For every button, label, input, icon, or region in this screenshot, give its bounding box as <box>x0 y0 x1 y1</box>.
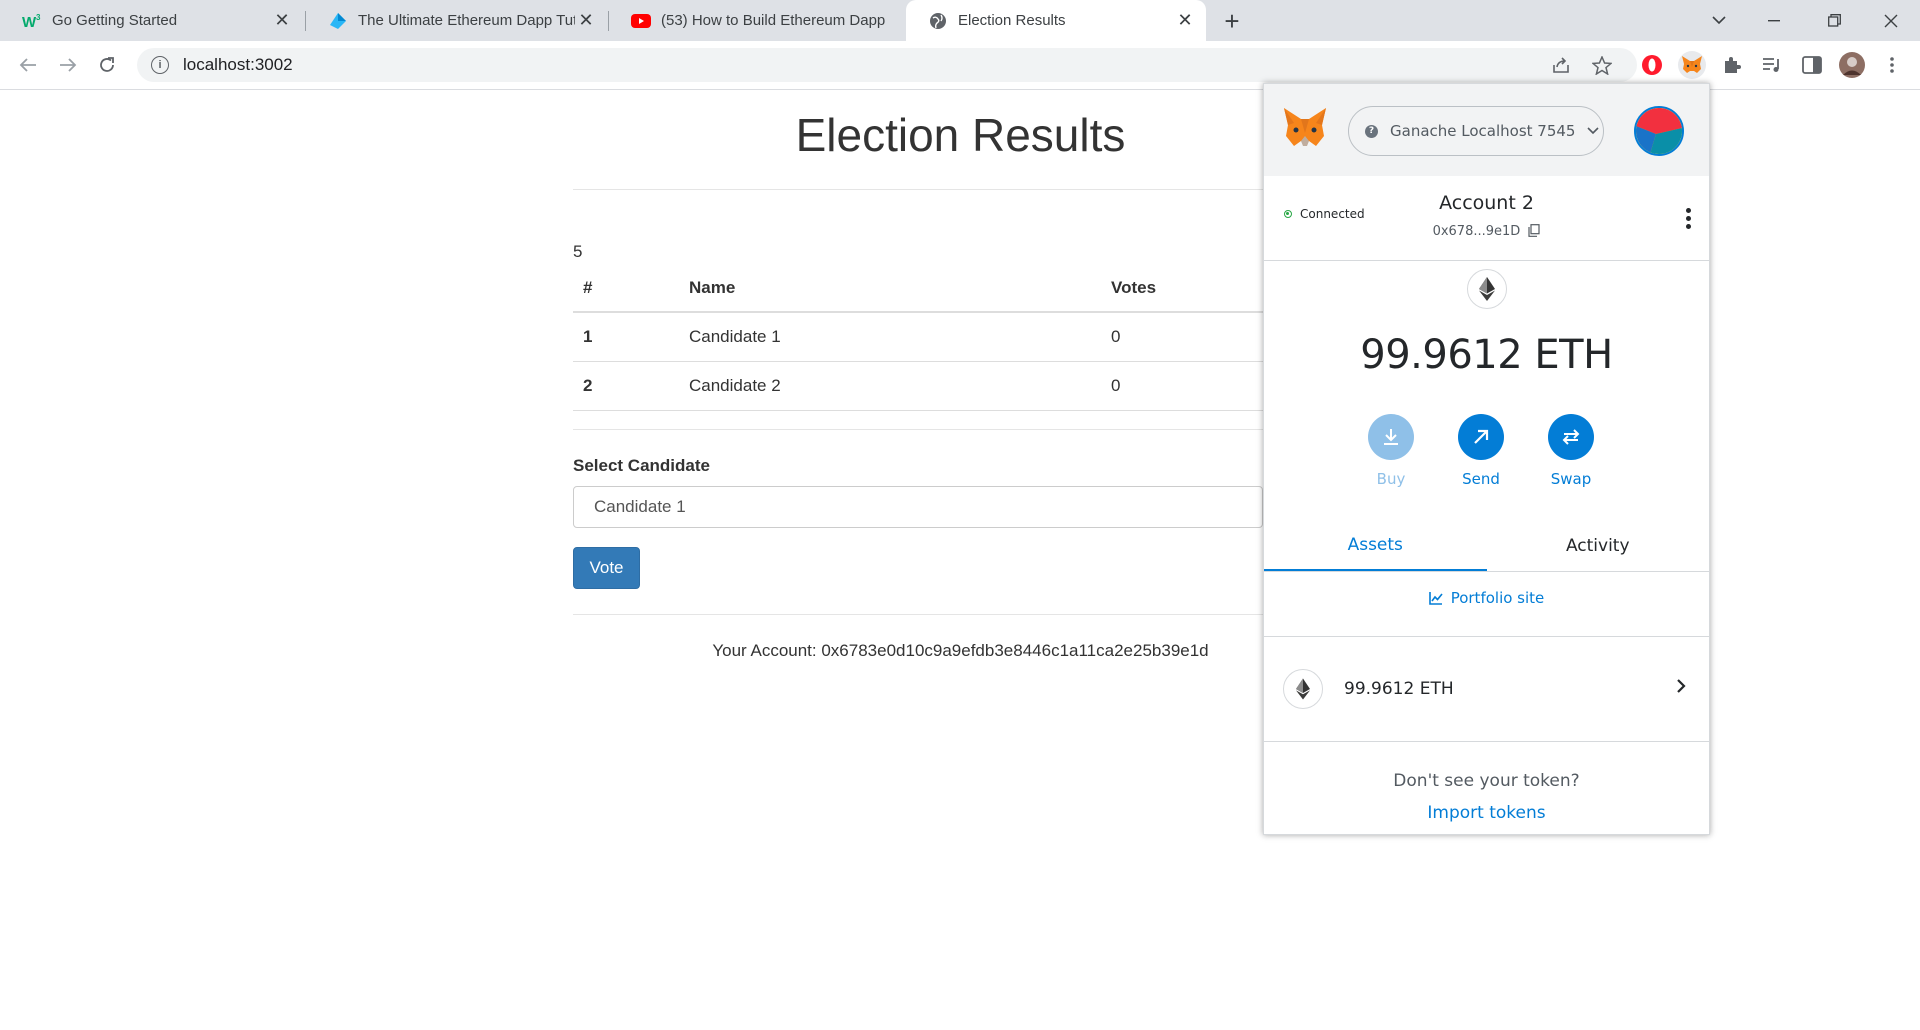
eth-balance: 99.9612 ETH <box>1360 332 1613 378</box>
ethereum-icon <box>1467 269 1507 309</box>
candidates-table: # Name Votes 1 Candidate 1 0 2 Candidate… <box>573 265 1263 411</box>
chart-icon <box>1428 591 1443 605</box>
forward-arrow-icon[interactable] <box>54 51 82 79</box>
reload-icon[interactable] <box>93 51 121 79</box>
metamask-header: ? Ganache Localhost 7545 <box>1264 84 1709 176</box>
account-avatar[interactable] <box>1634 106 1684 156</box>
candidate-select[interactable]: Candidate 1 <box>573 486 1263 528</box>
w3-favicon-icon: W3 <box>22 11 42 31</box>
candidate-number: 2 <box>573 361 679 411</box>
download-icon <box>1368 414 1414 460</box>
tab-title: The Ultimate Ethereum Dapp Tut <box>358 12 575 29</box>
send-label: Send <box>1462 470 1500 488</box>
swap-icon <box>1548 414 1594 460</box>
copy-icon <box>1528 224 1541 241</box>
site-info-icon[interactable]: i <box>151 56 169 74</box>
account-options-icon[interactable] <box>1684 198 1692 238</box>
browser-tab-dapp-tutorial[interactable]: The Ultimate Ethereum Dapp Tut ✕ <box>306 0 607 41</box>
asset-row-eth[interactable]: 99.9612 ETH <box>1264 636 1709 742</box>
close-icon[interactable]: ✕ <box>575 10 597 32</box>
column-header-name: Name <box>679 265 1101 313</box>
candidate-name: Candidate 1 <box>679 312 1101 362</box>
restore-icon[interactable] <box>1806 0 1862 41</box>
arrow-up-right-icon <box>1458 414 1504 460</box>
address-bar[interactable]: i localhost:3002 <box>137 48 1637 82</box>
tab-title: (53) How to Build Ethereum Dapp <box>661 12 886 29</box>
metamask-tabs: Assets Activity <box>1264 521 1709 572</box>
browser-tab-youtube[interactable]: (53) How to Build Ethereum Dapp <box>609 0 906 41</box>
youtube-favicon-icon <box>631 11 651 31</box>
minimize-icon[interactable] <box>1746 0 1802 41</box>
url-text: localhost:3002 <box>183 55 293 74</box>
metamask-extension-icon[interactable] <box>1678 51 1706 79</box>
swap-label: Swap <box>1550 470 1592 488</box>
bookmark-star-icon[interactable] <box>1588 51 1616 79</box>
account-bar: Connected Account 2 0x678...9e1D <box>1264 176 1709 261</box>
chevron-down-icon <box>1587 124 1600 139</box>
column-header-votes: Votes <box>1101 265 1263 313</box>
table-header-row: # Name Votes <box>573 265 1263 313</box>
tab-search-icon[interactable] <box>1691 0 1747 41</box>
asset-amount: 99.9612 ETH <box>1344 679 1454 699</box>
network-selector[interactable]: ? Ganache Localhost 7545 <box>1348 106 1604 156</box>
side-panel-icon[interactable] <box>1798 51 1826 79</box>
tab-activity[interactable]: Activity <box>1487 521 1710 571</box>
column-header-number: # <box>573 265 679 313</box>
tab-title: Election Results <box>958 12 1066 29</box>
table-row: 2 Candidate 2 0 <box>573 361 1263 411</box>
candidate-number: 1 <box>573 312 679 362</box>
svg-text:W: W <box>22 14 37 29</box>
loader-text: 5 <box>573 242 583 261</box>
account-name: Account 2 <box>1439 192 1534 214</box>
svg-text:3: 3 <box>36 13 41 22</box>
account-address: 0x678...9e1D <box>1432 224 1521 239</box>
browser-tab-strip: W3 Go Getting Started ✕ The Ultimate Eth… <box>0 0 1920 41</box>
portfolio-site-label: Portfolio site <box>1450 589 1545 607</box>
question-icon: ? <box>1365 124 1378 138</box>
close-icon[interactable]: ✕ <box>1174 10 1196 32</box>
candidate-name: Candidate 2 <box>679 361 1101 411</box>
candidate-votes: 0 <box>1101 361 1263 411</box>
dont-see-token-text: Don't see your token? <box>1393 771 1580 791</box>
close-icon[interactable]: ✕ <box>271 10 293 32</box>
select-candidate-label: Select Candidate <box>573 456 710 475</box>
metamask-fox-icon[interactable] <box>1282 106 1328 152</box>
swap-button[interactable]: Swap <box>1541 414 1601 488</box>
buy-label: Buy <box>1376 470 1406 488</box>
media-control-icon[interactable] <box>1758 51 1786 79</box>
dapp-favicon-icon <box>328 11 348 31</box>
share-icon[interactable] <box>1547 51 1575 79</box>
extensions-puzzle-icon[interactable] <box>1718 51 1746 79</box>
browser-tab-election-results[interactable]: Election Results ✕ <box>906 0 1206 41</box>
globe-icon <box>928 11 948 31</box>
divider <box>573 189 1348 190</box>
table-row: 1 Candidate 1 0 <box>573 312 1263 362</box>
tab-assets[interactable]: Assets <box>1264 521 1487 571</box>
new-tab-button[interactable]: + <box>1218 6 1246 36</box>
import-tokens-link[interactable]: Import tokens <box>1264 803 1709 823</box>
send-button[interactable]: Send <box>1451 414 1511 488</box>
divider <box>573 429 1263 430</box>
opera-extension-icon[interactable] <box>1638 51 1666 79</box>
account-address-text: Your Account: 0x6783e0d10c9a9efdb3e8446c… <box>712 641 1209 660</box>
back-arrow-icon[interactable] <box>14 51 42 79</box>
window-close-icon[interactable] <box>1863 0 1919 41</box>
portfolio-site-link[interactable]: Portfolio site <box>1264 589 1709 607</box>
tab-title: Go Getting Started <box>52 12 178 29</box>
network-name: Ganache Localhost 7545 <box>1390 122 1576 140</box>
selected-candidate-value: Candidate 1 <box>594 497 686 516</box>
account-address-copy[interactable]: 0x678...9e1D <box>1264 224 1709 241</box>
browser-menu-icon[interactable] <box>1878 51 1906 79</box>
candidate-votes: 0 <box>1101 312 1263 362</box>
divider <box>573 614 1263 615</box>
browser-tab-w3[interactable]: W3 Go Getting Started ✕ <box>0 0 303 41</box>
page-title: Election Results <box>795 109 1126 161</box>
chevron-right-icon <box>1676 675 1686 700</box>
profile-avatar[interactable] <box>1838 51 1866 79</box>
metamask-popup: ? Ganache Localhost 7545 Connected Accou… <box>1263 83 1710 835</box>
buy-button[interactable]: Buy <box>1361 414 1421 488</box>
ethereum-icon <box>1283 669 1323 709</box>
vote-button[interactable]: Vote <box>573 547 640 589</box>
